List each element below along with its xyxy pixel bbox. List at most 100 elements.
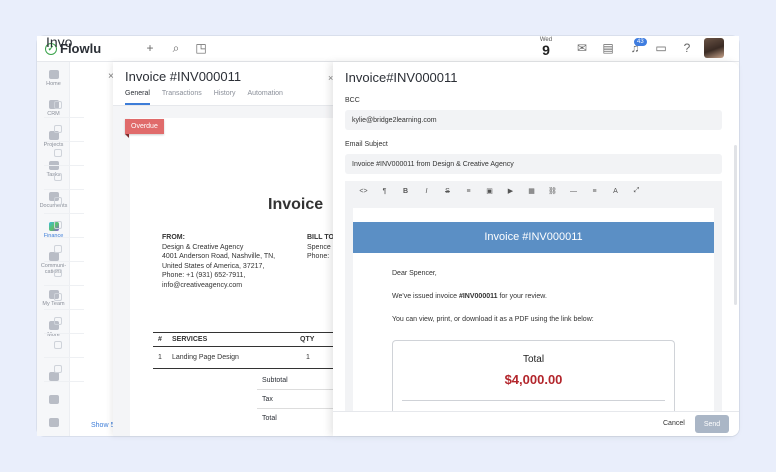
row-checkbox[interactable] — [54, 101, 62, 109]
search-icon[interactable]: ⌕ — [169, 41, 183, 56]
bold-icon[interactable]: B — [395, 188, 416, 195]
calendar-date[interactable]: Wed 9 — [537, 37, 555, 57]
total-box-divider — [402, 400, 665, 401]
status-ribbon-fold — [125, 134, 129, 138]
email-panel-close-icon[interactable]: × — [328, 73, 333, 83]
list-row[interactable] — [44, 358, 84, 382]
from-line: Phone: +1 (931) 652-7911, — [162, 272, 246, 279]
bill-to-block: BILL TO Spence Phone: — [307, 233, 333, 262]
scrollbar[interactable] — [734, 145, 737, 305]
text-color-icon[interactable]: A — [605, 188, 626, 195]
show-more-link[interactable]: Show 5 — [91, 422, 114, 429]
tax-row: Tax — [257, 390, 333, 409]
email-banner: Invoice #INV000011 — [353, 222, 714, 253]
align-icon[interactable]: ≡ — [584, 188, 605, 195]
user-avatar[interactable] — [704, 38, 724, 58]
table-row: 1 Landing Page Design 1 — [153, 351, 333, 369]
list-row[interactable] — [44, 166, 84, 190]
row-checkbox[interactable] — [54, 365, 62, 373]
invoice-heading: Invoice — [268, 196, 324, 213]
list-row[interactable] — [44, 334, 84, 358]
subject-field[interactable]: Invoice #INV000011 from Design & Creativ… — [345, 154, 722, 174]
from-line: info@creativeagency.com — [162, 281, 243, 289]
col-services: SERVICES — [172, 336, 208, 343]
timer-icon[interactable]: ◳ — [194, 41, 208, 55]
row-checkbox[interactable] — [54, 317, 62, 325]
table-icon[interactable]: ▦ — [521, 187, 542, 195]
strikethrough-icon[interactable]: S — [437, 188, 458, 195]
sidebar-label: Home — [46, 81, 61, 87]
list-row[interactable] — [44, 142, 84, 166]
list-row[interactable] — [44, 310, 84, 334]
subtotal-row: Subtotal — [257, 371, 333, 390]
row-checkbox[interactable] — [54, 293, 62, 301]
services-header: # SERVICES QTY — [153, 332, 333, 347]
email-line-2: You can view, print, or download it as a… — [392, 316, 594, 323]
list-row[interactable] — [44, 286, 84, 310]
subtotal-label: Subtotal — [262, 377, 288, 384]
chat-icon[interactable]: ▭ — [654, 41, 668, 55]
editor-toolbar: <> ¶ B I S ≡ ▣ ▶ ▦ ⛓ — ≡ A ⤢ — [345, 181, 722, 201]
row-service: Landing Page Design — [172, 354, 239, 361]
code-icon[interactable]: <> — [353, 188, 374, 195]
total-box-amount: $4,000.00 — [504, 372, 563, 387]
from-line: Design & Creative Agency — [162, 243, 244, 251]
notes-icon[interactable]: ▤ — [601, 41, 615, 55]
row-checkbox[interactable] — [54, 173, 62, 181]
row-checkbox[interactable] — [54, 269, 62, 277]
settings-icon — [48, 395, 59, 404]
list-row[interactable] — [44, 190, 84, 214]
row-checkbox[interactable] — [54, 197, 62, 205]
subject-label: Email Subject — [345, 141, 388, 148]
video-icon[interactable]: ▶ — [500, 187, 521, 195]
support-icon — [48, 418, 59, 427]
row-qty: 1 — [306, 354, 310, 361]
row-checkbox[interactable] — [54, 149, 62, 157]
list-row[interactable] — [44, 238, 84, 262]
invoice-panel-title: Invoice #INV000011 — [125, 69, 242, 84]
image-icon[interactable]: ▣ — [479, 187, 500, 195]
list-row[interactable] — [44, 214, 84, 238]
invoice-panel-close-icon[interactable]: × — [108, 71, 114, 82]
tab-history[interactable]: History — [214, 90, 236, 106]
cancel-button[interactable]: Cancel — [663, 420, 685, 427]
list-row[interactable] — [44, 262, 84, 286]
list-icon[interactable]: ≡ — [458, 188, 479, 195]
list-row[interactable] — [44, 94, 84, 118]
row-checkbox[interactable] — [54, 341, 62, 349]
help-icon[interactable]: ? — [680, 41, 694, 55]
tab-transactions[interactable]: Transactions — [162, 90, 202, 106]
email-panel-title: Invoice#INV000011 — [345, 70, 458, 85]
line1-prefix: We've issued invoice — [392, 293, 459, 300]
italic-icon[interactable]: I — [416, 188, 437, 195]
list-row[interactable] — [44, 118, 84, 142]
bcc-label: BCC — [345, 97, 360, 104]
sidebar-item-extra-3[interactable] — [37, 418, 70, 427]
tax-label: Tax — [262, 396, 273, 403]
bcc-field[interactable]: kylie@bridge2learning.com — [345, 110, 722, 130]
sidebar-item-home[interactable]: Home — [37, 70, 70, 87]
fullscreen-icon[interactable]: ⤢ — [626, 187, 647, 195]
home-icon — [48, 70, 59, 79]
top-bar: ✓ Flowlu + ⌕ ◳ Wed 9 ✉ ▤ ♫ 43 ▭ ? — [37, 36, 739, 62]
row-checkbox[interactable] — [54, 245, 62, 253]
paragraph-icon[interactable]: ¶ — [374, 188, 395, 195]
mail-icon[interactable]: ✉ — [575, 41, 589, 55]
notification-badge: 43 — [634, 38, 647, 46]
total-row: Total — [257, 409, 333, 428]
sidebar-item-extra-2[interactable] — [37, 395, 70, 404]
row-checkbox[interactable] — [54, 221, 62, 229]
from-line: United States of America, 37217, — [162, 262, 265, 270]
row-checkbox[interactable] — [54, 125, 62, 133]
plus-icon[interactable]: + — [143, 41, 157, 55]
link-icon[interactable]: ⛓ — [542, 187, 563, 195]
send-button[interactable]: Send — [695, 415, 729, 433]
date-day: 9 — [542, 42, 550, 58]
status-badge: Overdue — [125, 119, 164, 134]
tab-automation[interactable]: Automation — [248, 90, 283, 106]
bill-to-line: Phone: — [307, 253, 330, 260]
horizontal-rule-icon[interactable]: — — [563, 188, 584, 195]
tab-general[interactable]: General — [125, 90, 150, 105]
total-box-label: Total — [522, 354, 545, 365]
top-bar-bg: ✓ Flowlu + ⌕ ◳ Wed 9 ✉ ▤ ♫ 43 ▭ ? — [37, 36, 739, 62]
